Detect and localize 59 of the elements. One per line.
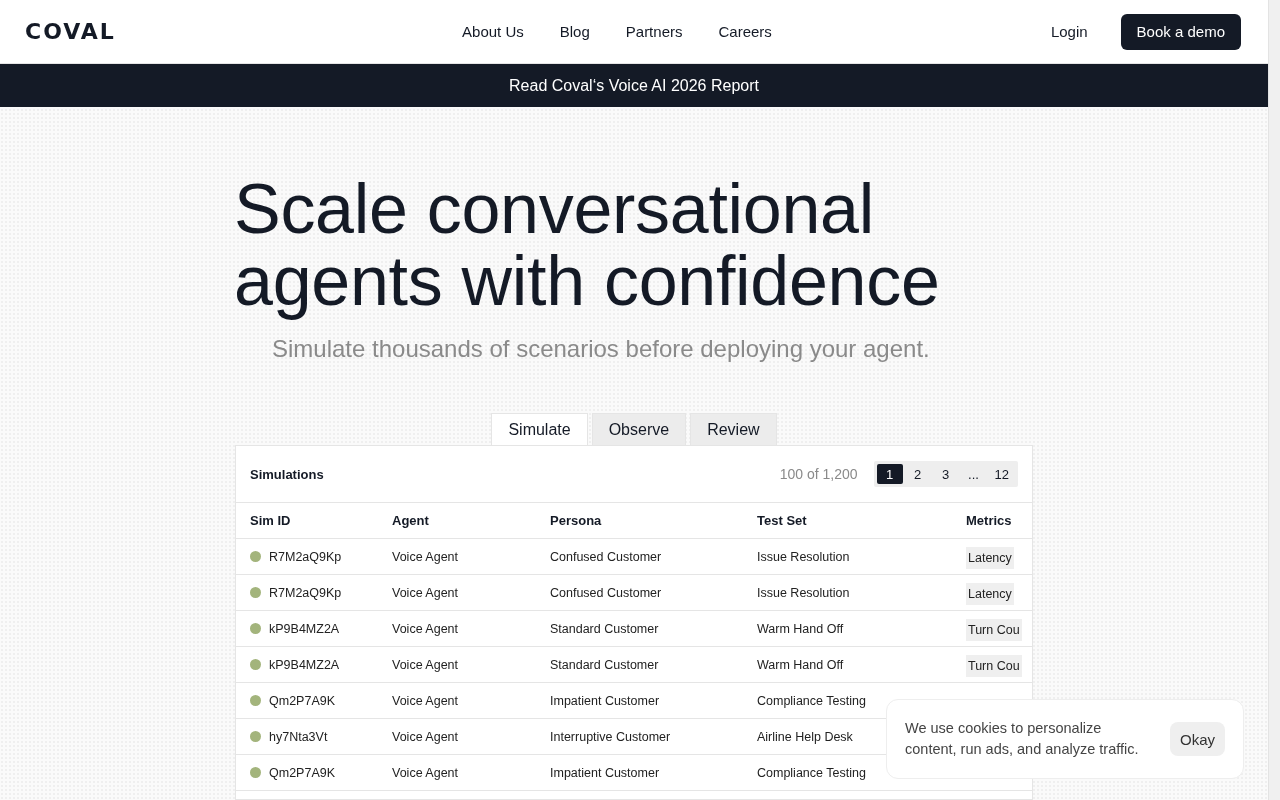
table-cell: Airline Help Desk [757, 729, 853, 744]
login-link[interactable]: Login [1050, 23, 1088, 40]
page-button[interactable]: 12 [988, 464, 1015, 484]
book-demo-button[interactable]: Book a demo [1120, 13, 1241, 50]
nav-link[interactable]: Blog [559, 23, 590, 40]
metric-tag: Turn Cou [966, 654, 1022, 677]
announcement-banner[interactable]: Read Coval‘s Voice AI 2026 Report [0, 64, 1268, 107]
metric-tag: Turn Cou [966, 618, 1022, 641]
table-cell: Warm Hand Off [757, 621, 844, 636]
tab[interactable]: Simulate [491, 413, 588, 445]
table-cell: Voice Agent [392, 693, 459, 708]
column-header: Test Set [757, 513, 808, 528]
table-cell: Voice Agent [392, 765, 459, 780]
column-header: Agent [392, 513, 430, 528]
table-cell: Compliance Testing [757, 693, 866, 708]
table-cell: Qm2P7A9K [269, 765, 335, 780]
nav-link[interactable]: Partners [625, 23, 683, 40]
page-button[interactable]: 3 [932, 464, 959, 484]
table-cell: Qm2P7A9K [269, 693, 335, 708]
metric-tag: Latency [966, 582, 1014, 605]
result-count: 100 of 1,200 [779, 466, 858, 482]
table-cell: Impatient Customer [550, 765, 660, 780]
column-header: Persona [550, 513, 603, 528]
table-cell: Confused Customer [550, 549, 662, 564]
table-cell: R7M2aQ9Kp [269, 585, 342, 600]
table-cell: Standard Customer [550, 621, 659, 636]
metric-tag: Latency [966, 546, 1014, 569]
tab[interactable]: Observe [591, 413, 687, 445]
scrollbar[interactable] [1268, 0, 1280, 800]
logo[interactable]: COVAL [25, 19, 123, 44]
card-title: Simulations [250, 466, 325, 482]
page-button[interactable]: 1 [876, 464, 903, 484]
table-cell: R7M2aQ9Kp [269, 549, 342, 564]
table-cell: Warm Hand Off [757, 657, 844, 672]
okay-button[interactable]: Okay [1170, 722, 1225, 756]
table-cell: Voice Agent [392, 621, 459, 636]
table-cell: Confused Customer [550, 585, 662, 600]
nav-link[interactable]: About Us [462, 23, 524, 40]
table-cell: Voice Agent [392, 585, 459, 600]
table-cell: Issue Resolution [757, 585, 850, 600]
page-button[interactable]: ... [960, 464, 987, 484]
table-cell: kP9B4MZ2A [269, 657, 340, 672]
column-header: Sim ID [250, 513, 292, 528]
tab[interactable]: Review [690, 413, 777, 445]
cookie-text: We use cookies to personalize content, run ads, and analyze traffic. [905, 719, 1140, 759]
table-cell: Impatient Customer [550, 693, 660, 708]
hero-subtitle: Simulate thousands of scenarios before deploying your agent. [272, 335, 931, 363]
table-cell: Standard Customer [550, 657, 659, 672]
table-cell: Interruptive Customer [550, 729, 671, 744]
nav-link[interactable]: Careers [718, 23, 772, 40]
table-cell: Voice Agent [392, 729, 459, 744]
table-cell: Voice Agent [392, 657, 459, 672]
table-cell: Compliance Testing [757, 765, 866, 780]
table-cell: Issue Resolution [757, 549, 850, 564]
page-button[interactable]: 2 [904, 464, 931, 484]
column-header: Metrics [966, 513, 1013, 528]
table-cell: kP9B4MZ2A [269, 621, 340, 636]
table-cell: Voice Agent [392, 549, 459, 564]
table-cell: hy7Nta3Vt [269, 729, 328, 744]
